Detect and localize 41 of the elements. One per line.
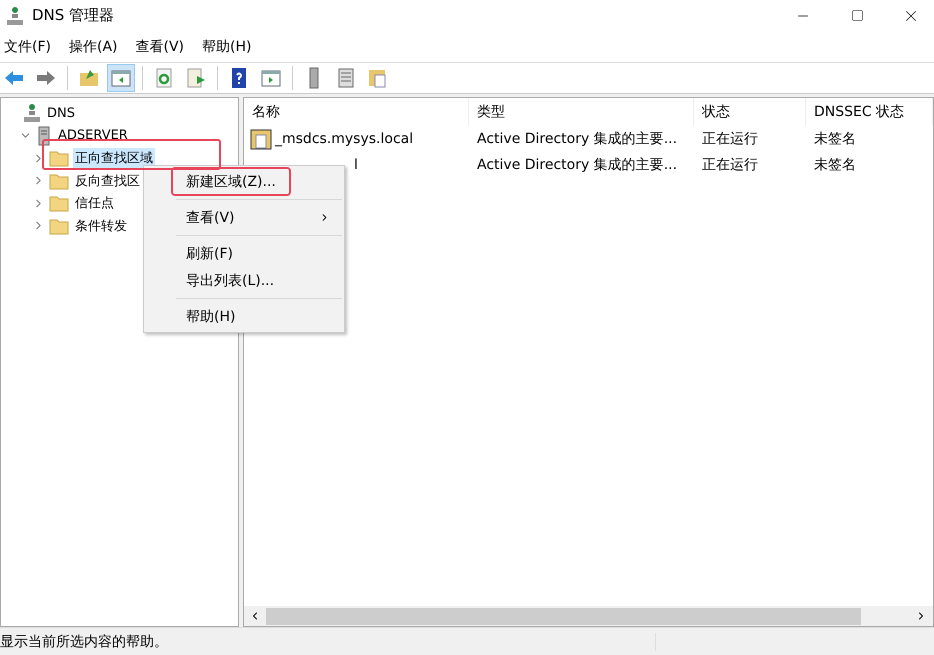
context-menu-item[interactable]: 帮助(H) [144, 303, 344, 330]
maximize-icon[interactable] [850, 9, 864, 22]
table-cell-text: Active Directory 集成的主要... [476, 156, 678, 174]
scrollbar-thumb[interactable] [266, 608, 862, 624]
column-header[interactable]: 名称 [244, 98, 469, 126]
folder-icon [49, 149, 69, 168]
tree-item[interactable]: 条件转发 [73, 216, 129, 236]
toolbar-button[interactable] [107, 64, 135, 92]
table-cell-text: 未签名 [813, 156, 857, 174]
window-title: DNS 管理器 [32, 6, 116, 25]
zone-file-icon [250, 128, 272, 150]
menu-item[interactable]: 查看(V) [136, 38, 184, 56]
folder-icon [49, 172, 69, 190]
context-menu-item[interactable]: 新建区域(Z)... [172, 168, 290, 195]
folder-icon [49, 216, 69, 235]
table-cell: l [354, 157, 358, 173]
tree-item[interactable]: 正向查找区域 [73, 148, 155, 168]
context-menu-item[interactable]: 查看(V) [144, 204, 344, 231]
tree-item[interactable]: 信任点 [73, 193, 116, 214]
tree-item[interactable]: DNS [45, 104, 77, 122]
column-header[interactable]: 状态 [694, 98, 806, 126]
table-cell: _msdcs.mysys.local [275, 131, 414, 147]
table-cell-text: Active Directory 集成的主要... [476, 130, 678, 148]
table-cell-text: 正在运行 [701, 130, 759, 148]
menu-item[interactable]: 操作(A) [68, 38, 118, 56]
table-cell-text: 未签名 [813, 130, 857, 148]
table-cell-text: 正在运行 [701, 156, 759, 174]
tree-item[interactable]: ADSERVER [56, 127, 130, 144]
column-header[interactable]: DNSSEC 状态 [806, 98, 933, 126]
folder-icon [49, 194, 69, 212]
server-icon [36, 126, 52, 146]
network-icon [6, 6, 24, 26]
menu-item[interactable]: 文件(F) [4, 38, 51, 56]
menu-item[interactable]: 帮助(H) [202, 38, 252, 56]
status-text: 显示当前所选内容的帮助。 [0, 632, 656, 650]
column-header[interactable]: 类型 [469, 98, 694, 126]
context-menu-item[interactable]: 导出列表(L)... [144, 267, 344, 294]
export-list-icon [185, 67, 207, 89]
network-icon [23, 103, 41, 124]
tree-item[interactable]: 反向查找区 [73, 170, 142, 191]
context-menu-item[interactable]: 刷新(F) [144, 240, 344, 267]
